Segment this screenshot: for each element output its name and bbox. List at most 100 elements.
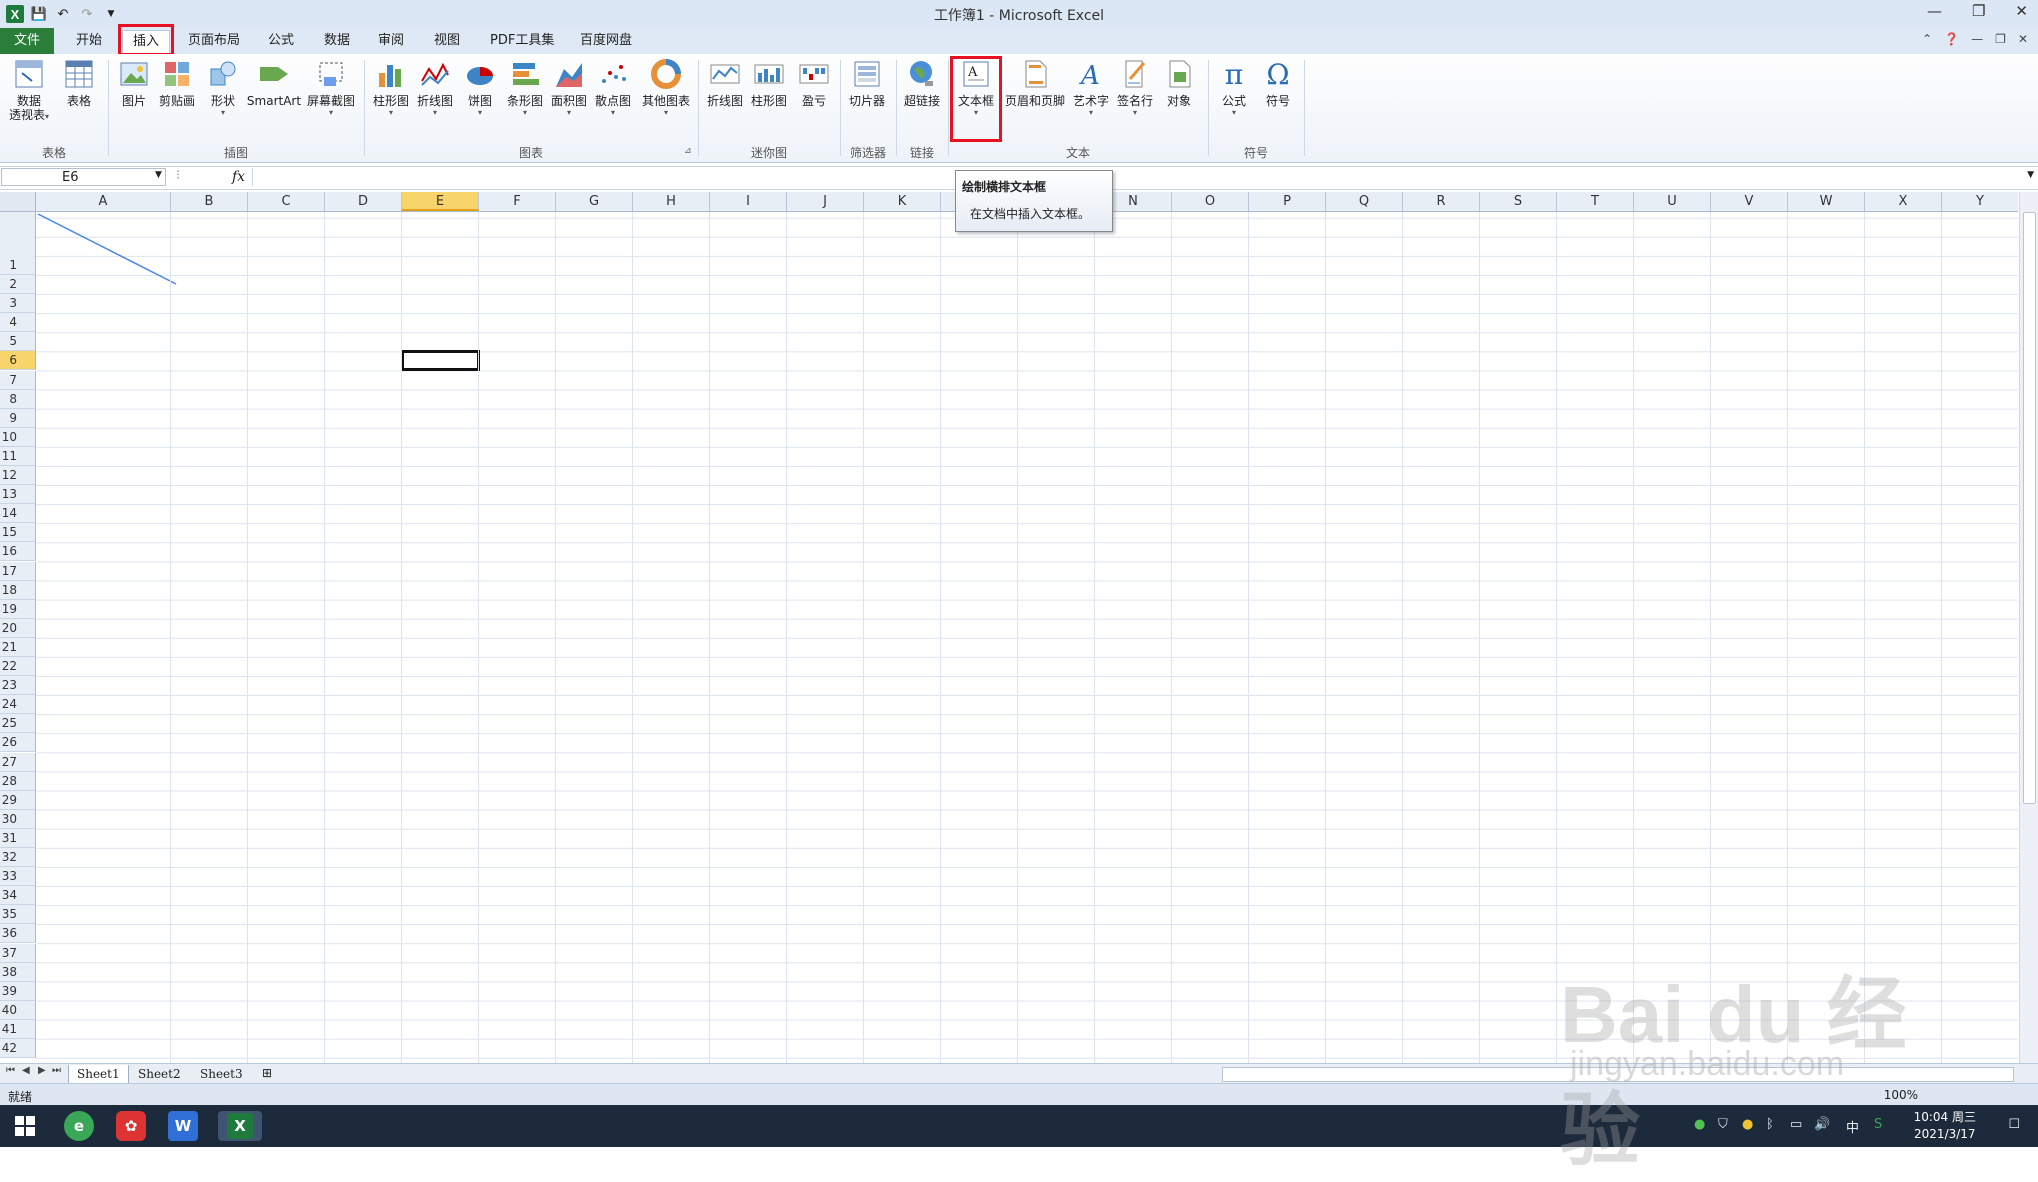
drawn-line-shape[interactable] [36,212,186,292]
column-header[interactable]: E [402,192,479,211]
column-header[interactable]: D [325,192,402,211]
tab-view[interactable]: 视图 [424,30,470,52]
doc-minimize-icon[interactable]: — [1971,32,1983,46]
last-sheet-icon[interactable]: ⏭ [52,1065,61,1076]
header-footer-button[interactable]: 页眉和页脚 [1002,58,1068,108]
expand-formula-bar-icon[interactable]: ▼ [2027,170,2034,180]
row-header[interactable]: 6 [0,351,36,371]
sparkline-line-button[interactable]: 折线图 [704,58,746,108]
pie-chart-button[interactable]: 饼图 ▾ [460,58,500,117]
column-header[interactable]: S [1480,192,1557,211]
minimize-icon[interactable]: — [1927,2,1942,20]
sheet-tab-sheet2[interactable]: Sheet2 [130,1065,189,1083]
table-button[interactable]: 表格 [58,58,100,108]
column-header[interactable]: X [1865,192,1942,211]
tab-pdf-tools[interactable]: PDF工具集 [480,30,564,52]
column-header[interactable]: V [1711,192,1788,211]
row-header[interactable]: 24 [0,695,36,715]
zoom-level[interactable]: 100% [1884,1088,1918,1102]
row-header[interactable]: 22 [0,657,36,677]
formula-bar-splitter-icon[interactable]: ⁝ [176,168,180,183]
row-header[interactable]: 14 [0,504,36,524]
bluetooth-tray-icon[interactable]: ᛒ [1766,1117,1774,1132]
tab-home[interactable]: 开始 [66,30,112,52]
ime-indicator[interactable]: 中 [1846,1117,1859,1136]
name-box[interactable]: E6 [1,168,166,186]
row-header[interactable]: 39 [0,981,36,1001]
cells-area[interactable] [36,212,2018,1063]
row-header[interactable]: 40 [0,1000,36,1020]
prev-sheet-icon[interactable]: ◀ [22,1065,30,1076]
row-header[interactable]: 41 [0,1019,36,1039]
column-header[interactable]: Q [1326,192,1403,211]
clipart-button[interactable]: 剪贴画 [156,58,198,108]
sparkline-winloss-button[interactable]: 盈亏 [794,58,834,108]
row-header[interactable]: 35 [0,905,36,925]
name-box-dropdown-icon[interactable]: ▼ [155,170,162,180]
row-header[interactable]: 29 [0,790,36,810]
row-header[interactable]: 10 [0,427,36,447]
insert-function-icon[interactable]: fx [232,169,245,185]
line-chart-button[interactable]: 折线图 ▾ [414,58,456,117]
select-all-corner[interactable] [0,192,36,211]
column-header[interactable]: J [787,192,864,211]
row-header[interactable]: 11 [0,446,36,466]
windows-start-icon[interactable] [10,1111,40,1141]
screenshot-button[interactable]: 屏幕截图 ▾ [304,58,358,117]
area-chart-button[interactable]: 面积图 ▾ [548,58,590,117]
row-header[interactable]: 32 [0,848,36,868]
notification-icon[interactable]: ☐ [2008,1117,2020,1132]
row-header[interactable]: 15 [0,523,36,543]
row-header[interactable]: 19 [0,599,36,619]
column-header[interactable]: H [633,192,710,211]
next-sheet-icon[interactable]: ▶ [38,1065,46,1076]
column-header[interactable]: U [1634,192,1711,211]
network-tray-icon[interactable]: ▭ [1790,1117,1802,1132]
pivot-table-button[interactable]: 数据 透视表▾ [6,58,52,124]
tab-page-layout[interactable]: 页面布局 [178,30,250,52]
row-header[interactable]: 37 [0,943,36,963]
column-header[interactable]: P [1249,192,1326,211]
row-header[interactable]: 42 [0,1039,36,1059]
row-header[interactable]: 8 [0,389,36,409]
worksheet-grid[interactable]: ABCDEFGHIJKLMNOPQRSTUVWXY 12345678910111… [0,192,2018,1063]
row-header[interactable]: 9 [0,408,36,428]
insert-sheet-icon[interactable]: ⊞ [262,1066,272,1080]
column-header[interactable]: A [36,192,171,211]
row-header[interactable]: 16 [0,542,36,562]
tab-data[interactable]: 数据 [314,30,360,52]
equation-button[interactable]: π 公式 ▾ [1214,58,1254,118]
norton-tray-icon[interactable]: ● [1742,1117,1753,1132]
row-header[interactable]: 28 [0,771,36,791]
row-header[interactable]: 13 [0,485,36,505]
row-header[interactable]: 1 [0,212,36,275]
formula-input[interactable] [252,168,2024,186]
row-header[interactable]: 38 [0,962,36,982]
close-icon[interactable]: ✕ [2015,2,2028,20]
row-header[interactable]: 5 [0,332,36,352]
row-header[interactable]: 23 [0,676,36,696]
scatter-chart-button[interactable]: 散点图 ▾ [592,58,634,117]
row-header[interactable]: 26 [0,733,36,753]
tab-baidu-netdisk[interactable]: 百度网盘 [570,30,642,52]
restore-icon[interactable]: ❐ [1972,2,1985,20]
row-header[interactable]: 31 [0,828,36,848]
row-header[interactable]: 7 [0,370,36,390]
shapes-button[interactable]: 形状 ▾ [204,58,242,117]
column-header[interactable]: G [556,192,633,211]
row-header[interactable]: 17 [0,561,36,581]
signature-line-button[interactable]: 签名行 ▾ [1114,58,1156,117]
other-charts-button[interactable]: 其他图表 ▾ [638,58,694,117]
doc-restore-icon[interactable]: ❐ [1995,32,2006,46]
smartart-button[interactable]: SmartArt [246,58,302,108]
column-header[interactable]: K [864,192,941,211]
column-header[interactable]: O [1172,192,1249,211]
row-header[interactable]: 20 [0,618,36,638]
help-icon[interactable]: ❓ [1944,32,1959,46]
object-button[interactable]: 对象 [1158,58,1200,108]
bar-chart-button[interactable]: 条形图 ▾ [504,58,546,117]
vertical-scrollbar[interactable] [2019,192,2038,1063]
row-header[interactable]: 27 [0,752,36,772]
charts-dialog-launcher-icon[interactable]: ⊿ [684,146,692,156]
excel-taskbar-icon[interactable]: X [218,1111,262,1141]
